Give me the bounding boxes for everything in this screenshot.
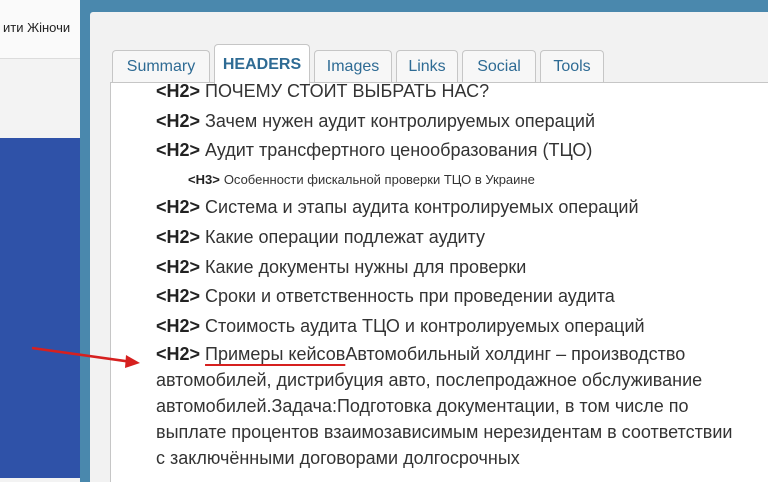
header-tag: <H2> <box>156 344 201 364</box>
popup-panel: Summary HEADERS Images Links Social Tool… <box>90 12 768 482</box>
background-nav-text[interactable]: ити Жіночи <box>3 20 79 35</box>
header-item: <H2> Стоимость аудита ТЦО и контролируемы… <box>156 316 645 337</box>
header-tag: <H2> <box>156 227 201 247</box>
header-item: <H2> ПОЧЕМУ СТОИТ ВЫБРАТЬ НАС? <box>156 82 489 102</box>
header-text: Стоимость аудита ТЦО и контролируемых оп… <box>205 316 645 336</box>
tab-summary[interactable]: Summary <box>112 50 210 82</box>
header-text: Аудит трансфертного ценообразования (ТЦО… <box>205 140 593 160</box>
header-tag: <H2> <box>156 82 201 101</box>
header-tag: <H3> <box>188 172 220 187</box>
header-tag: <H2> <box>156 111 201 131</box>
tab-tools[interactable]: Tools <box>540 50 604 82</box>
header-text: Сроки и ответственность при проведении а… <box>205 286 615 306</box>
header-tag: <H2> <box>156 140 201 160</box>
tab-headers[interactable]: HEADERS <box>214 44 310 84</box>
header-text: Какие документы нужны для проверки <box>205 257 527 277</box>
header-item: <H2> Какие операции подлежат аудиту <box>156 227 485 248</box>
tab-links[interactable]: Links <box>396 50 458 82</box>
header-item: <H2> Сроки и ответственность при проведен… <box>156 286 615 307</box>
header-tag: <H2> <box>156 316 201 336</box>
header-tag: <H2> <box>156 286 201 306</box>
tab-social[interactable]: Social <box>462 50 536 82</box>
header-item: <H2> Система и этапы аудита контролируемы… <box>156 197 639 218</box>
tab-images[interactable]: Images <box>314 50 392 82</box>
background-hero-block <box>0 138 80 478</box>
header-item: <H2> Зачем нужен аудит контролируемых опе… <box>156 111 595 132</box>
background-nav-bar: ити Жіночи <box>0 0 80 59</box>
header-text: Зачем нужен аудит контролируемых операци… <box>205 111 596 131</box>
headers-list-panel[interactable]: <H2> ПОЧЕМУ СТОИТ ВЫБРАТЬ НАС? <H2> Зачем … <box>110 82 768 482</box>
header-item: <H2> Какие документы нужны для проверки <box>156 257 526 278</box>
header-item-long: <H2> Примеры кейсовАвтомобильный холдинг … <box>156 341 746 471</box>
header-tag: <H2> <box>156 257 201 277</box>
screenshot: ити Жіночи Summary HEADERS Images Links … <box>0 0 768 482</box>
highlighted-header-text: Примеры кейсов <box>205 344 346 364</box>
header-item-h3: <H3> Особенности фискальной проверки ТЦО … <box>188 172 535 187</box>
header-text: Какие операции подлежат аудиту <box>205 227 485 247</box>
background-page: ити Жіночи <box>0 0 80 482</box>
header-text: Система и этапы аудита контролируемых оп… <box>205 197 639 217</box>
header-item: <H2> Аудит трансфертного ценообразования … <box>156 140 592 161</box>
header-text: Особенности фискальной проверки ТЦО в Ук… <box>223 172 535 187</box>
seo-extension-popup: Summary HEADERS Images Links Social Tool… <box>80 0 768 482</box>
header-tag: <H2> <box>156 197 201 217</box>
